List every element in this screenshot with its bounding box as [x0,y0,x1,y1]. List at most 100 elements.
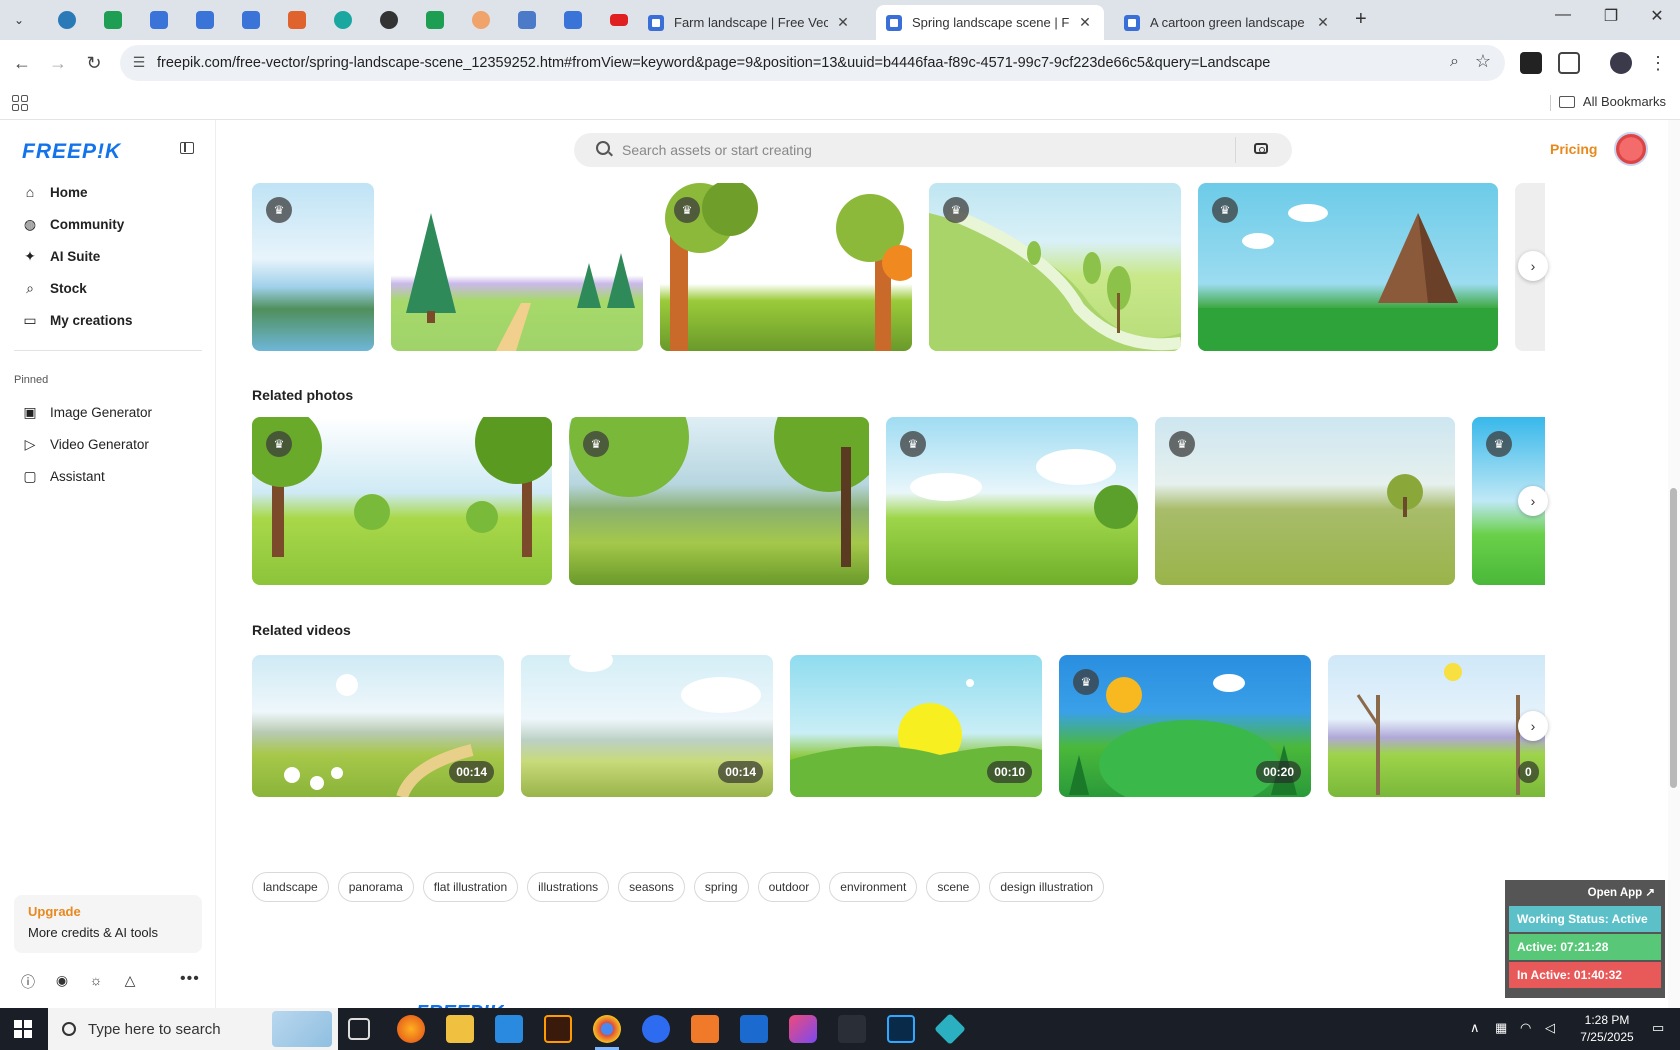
profile-avatar[interactable] [1610,52,1632,74]
bell-icon[interactable]: △ [122,972,138,992]
close-icon[interactable]: ✕ [1076,14,1094,31]
back-button[interactable]: ← [10,51,34,75]
close-icon[interactable]: ✕ [1314,14,1332,31]
tab-spring-landscape[interactable]: Spring landscape scene | Free V ✕ [876,5,1104,40]
pinned-tab[interactable] [320,8,366,32]
bookmark-star-icon[interactable]: ☆ [1475,51,1491,72]
pinned-tab[interactable] [596,8,642,32]
carousel-next-button[interactable]: › [1518,711,1548,741]
pinned-tab[interactable] [504,8,550,32]
all-bookmarks[interactable]: All Bookmarks [1558,94,1666,109]
sidebar-item-stock[interactable]: ⌕ Stock [14,273,204,303]
sidebar-item-assistant[interactable]: ▢ Assistant [14,461,204,491]
app-icon[interactable] [934,1013,966,1045]
minimize-button[interactable]: — [1540,6,1586,24]
photo-thumbnail[interactable]: ♛ [569,417,869,585]
tag-chip[interactable]: environment [829,872,918,902]
more-icon[interactable]: ••• [180,970,200,988]
illustrator-icon[interactable] [544,1015,572,1043]
creative-cloud-icon[interactable] [789,1015,817,1043]
pinned-tab[interactable] [136,8,182,32]
upgrade-card[interactable]: Upgrade More credits & AI tools [14,895,202,953]
photo-thumbnail[interactable]: ♛ [1155,417,1455,585]
reload-button[interactable]: ↻ [82,51,106,75]
scrollbar-thumb[interactable] [1670,488,1677,788]
tag-chip[interactable]: landscape [252,872,329,902]
vector-thumbnail[interactable]: ♛ [252,183,374,351]
extension-icon[interactable] [1520,52,1542,74]
forward-button[interactable]: → [46,51,70,75]
close-icon[interactable]: ✕ [834,14,852,31]
outlook-icon[interactable] [740,1015,768,1043]
carousel-next-button[interactable]: › [1518,486,1548,516]
new-tab-button[interactable]: + [1355,8,1367,31]
video-thumbnail[interactable]: 00:10 [790,655,1042,797]
photo-thumbnail[interactable]: ♛ [252,417,552,585]
close-window-button[interactable]: ✕ [1634,6,1680,26]
avatar[interactable] [1614,132,1648,166]
pinned-tab[interactable] [228,8,274,32]
vector-thumbnail[interactable]: ♛ [929,183,1181,351]
notification-icon[interactable]: ▭ [1652,1020,1664,1036]
windows-start-icon[interactable] [14,1020,32,1038]
tab-cartoon-landscape[interactable]: A cartoon green landscape with ✕ [1114,5,1342,40]
zoom-icon[interactable]: ⌕ [1450,53,1459,71]
video-thumbnail[interactable]: 0 [1328,655,1545,797]
zoom-icon[interactable] [642,1015,670,1043]
sidebar-item-video-generator[interactable]: ▷ Video Generator [14,429,204,459]
site-info-icon[interactable]: ☰ [130,54,148,72]
sidebar-collapse-icon[interactable] [180,142,194,154]
tag-chip[interactable]: illustrations [527,872,610,902]
volume-icon[interactable]: ◁ [1545,1020,1555,1036]
freepik-logo[interactable]: FREEP!K [22,140,121,164]
xampp-icon[interactable] [691,1015,719,1043]
discord-icon[interactable]: ◉ [54,972,70,992]
vector-thumbnail[interactable] [391,183,643,351]
pinned-tab[interactable] [182,8,228,32]
tray-chevron-icon[interactable]: ∧ [1470,1020,1480,1036]
video-thumbnail[interactable]: 00:14 [521,655,773,797]
sidebar-item-my-creations[interactable]: ▭ My creations [14,305,204,335]
pen-tool-icon[interactable] [838,1015,866,1043]
vector-thumbnail[interactable]: ♛ [1198,183,1498,351]
file-explorer-icon[interactable] [446,1015,474,1043]
tab-search-button[interactable]: ⌄ [6,8,32,32]
pinned-tab[interactable] [550,8,596,32]
taskbar-search[interactable]: Type here to search [48,1008,338,1050]
wifi-icon[interactable]: ◠ [1520,1020,1531,1036]
tag-chip[interactable]: outdoor [757,872,821,902]
sidebar-item-community[interactable]: ◍ Community [14,209,204,239]
address-bar[interactable]: ☰ freepik.com/free-vector/spring-landsca… [120,45,1505,81]
apps-grid-icon[interactable] [12,95,28,111]
sidebar-item-home[interactable]: ⌂ Home [14,177,204,207]
sidebar-item-image-generator[interactable]: ▣ Image Generator [14,397,204,427]
task-view-icon[interactable] [348,1018,370,1040]
video-thumbnail[interactable]: 00:14 [252,655,504,797]
tag-chip[interactable]: seasons [618,872,685,902]
carousel-next-button[interactable]: › [1518,251,1548,281]
photo-thumbnail[interactable]: ♛ [886,417,1138,585]
firefox-icon[interactable] [397,1015,425,1043]
tag-chip[interactable]: scene [926,872,981,902]
help-icon[interactable]: ⓘ [20,972,36,992]
sidebar-item-ai-suite[interactable]: ✦ AI Suite [14,241,204,271]
page-scrollbar[interactable] [1668,120,1680,1008]
pinned-tab[interactable] [44,8,90,32]
url-text[interactable]: freepik.com/free-vector/spring-landscape… [157,55,1270,71]
chrome-icon[interactable] [593,1015,621,1050]
search-input[interactable] [622,140,1182,160]
browser-menu-icon[interactable]: ⋮ [1646,51,1670,75]
pinned-tab[interactable] [458,8,504,32]
tag-chip[interactable]: panorama [337,872,414,902]
theme-icon[interactable]: ☼ [88,972,104,992]
open-app-link[interactable]: Open App ↗ [1509,884,1661,904]
tab-farm-landscape[interactable]: Farm landscape | Free Vector ✕ [638,5,862,40]
pinned-tab[interactable] [90,8,136,32]
vscode-icon[interactable] [495,1015,523,1043]
photoshop-icon[interactable] [887,1015,915,1043]
camera-icon[interactable] [1254,143,1268,154]
taskbar-clock[interactable]: 1:28 PM 7/25/2025 [1572,1012,1642,1046]
extensions-puzzle-icon[interactable] [1558,52,1580,74]
tag-chip[interactable]: flat illustration [422,872,519,902]
video-thumbnail[interactable]: ♛ 00:20 [1059,655,1311,797]
